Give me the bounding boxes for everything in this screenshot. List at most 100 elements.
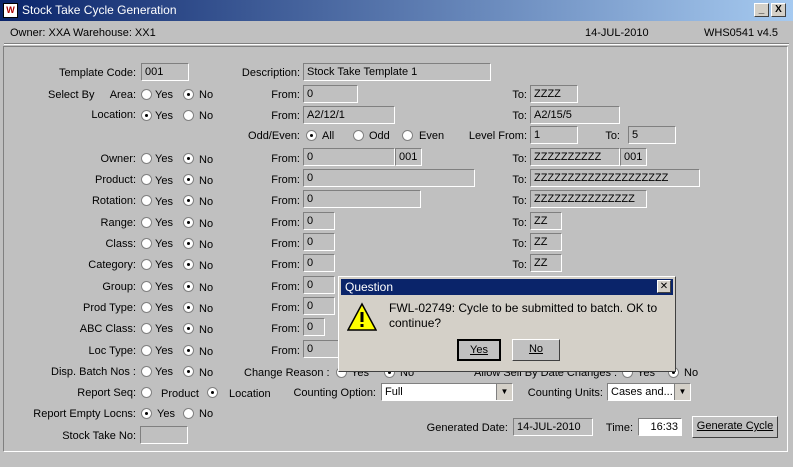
level-from-field[interactable]: 1 <box>530 126 578 144</box>
counting-option-select[interactable]: Full ▼ <box>381 383 513 401</box>
area-to-field[interactable]: ZZZZ <box>530 85 578 103</box>
disp-batch-yes-radio[interactable] <box>141 366 152 377</box>
location-from-field[interactable]: A2/12/1 <box>303 106 395 124</box>
group-no-radio[interactable] <box>183 281 194 292</box>
dropdown-arrow-icon[interactable]: ▼ <box>496 384 512 400</box>
rotation-yes-radio[interactable] <box>141 195 152 206</box>
minimize-button[interactable]: _ <box>754 3 769 17</box>
disp-batch-no-radio[interactable] <box>183 366 194 377</box>
report-empty-yes-radio[interactable] <box>141 408 152 419</box>
title-bar: W Stock Take Cycle Generation _ X <box>0 0 793 21</box>
all-radio[interactable] <box>306 130 317 141</box>
odd-even-label: Odd/Even: <box>248 130 300 142</box>
product-to-label: To: <box>512 174 527 186</box>
odd-label: Odd <box>369 130 390 142</box>
range-from-field[interactable]: 0 <box>303 212 335 230</box>
disp-batch-yes-label: Yes <box>155 366 173 378</box>
owner-no-radio[interactable] <box>183 153 194 164</box>
product-no-label: No <box>199 175 214 187</box>
rotation-no-radio[interactable] <box>183 195 194 206</box>
product-from-field[interactable]: 0 <box>303 169 475 187</box>
rotation-from-field[interactable]: 0 <box>303 190 421 208</box>
level-to-field[interactable]: 5 <box>628 126 676 144</box>
owner-warehouse-info: Owner: XXA Warehouse: XX1 <box>10 27 156 39</box>
prod-type-no-label: No <box>199 303 214 315</box>
rotation-to-field[interactable]: ZZZZZZZZZZZZZZZ <box>530 190 647 208</box>
dialog-close-icon[interactable]: ✕ <box>657 280 671 293</box>
dialog-yes-button[interactable]: Yes <box>457 339 501 361</box>
category-to-field[interactable]: ZZ <box>530 254 562 272</box>
prod-type-label: Prod Type: <box>83 302 136 314</box>
stock-take-no-field[interactable] <box>140 426 188 444</box>
product-yes-radio[interactable] <box>141 174 152 185</box>
group-label: Group: <box>102 281 136 293</box>
level-to-label: To: <box>605 130 620 142</box>
location-to-field[interactable]: A2/15/5 <box>530 106 620 124</box>
category-from-field[interactable]: 0 <box>303 254 335 272</box>
category-no-label: No <box>199 260 214 272</box>
category-no-radio[interactable] <box>183 259 194 270</box>
category-yes-radio[interactable] <box>141 259 152 270</box>
loc-type-yes-radio[interactable] <box>141 345 152 356</box>
loc-type-yes-label: Yes <box>155 345 173 357</box>
prod-type-yes-radio[interactable] <box>141 302 152 313</box>
area-yes-radio[interactable] <box>141 89 152 100</box>
class-to-field[interactable]: ZZ <box>530 233 562 251</box>
dialog-no-button[interactable]: No <box>512 339 560 361</box>
loc-type-no-label: No <box>199 346 214 358</box>
abc-class-yes-radio[interactable] <box>141 323 152 334</box>
close-button[interactable]: X <box>771 3 786 17</box>
range-to-field[interactable]: ZZ <box>530 212 562 230</box>
description-field[interactable]: Stock Take Template 1 <box>303 63 491 81</box>
abc-class-from-field[interactable]: 0 <box>303 318 325 336</box>
group-from-field[interactable]: 0 <box>303 276 335 294</box>
all-label: All <box>322 130 335 142</box>
loc-type-from-label: From: <box>271 345 300 357</box>
product-to-field[interactable]: ZZZZZZZZZZZZZZZZZZZZ <box>530 169 700 187</box>
report-seq-location-radio[interactable] <box>207 387 218 398</box>
report-seq-product-radio[interactable] <box>141 387 152 398</box>
product-no-radio[interactable] <box>183 174 194 185</box>
group-yes-radio[interactable] <box>141 281 152 292</box>
loc-type-from-field[interactable]: 0 <box>303 340 343 358</box>
range-no-radio[interactable] <box>183 217 194 228</box>
counting-units-select[interactable]: Cases and... ▼ <box>607 383 691 401</box>
rotation-label: Rotation: <box>91 195 136 207</box>
report-seq-product-label: Product <box>161 388 199 400</box>
abc-class-no-radio[interactable] <box>183 323 194 334</box>
owner-to-field[interactable]: ZZZZZZZZZZ <box>530 148 620 166</box>
owner-to-field-2[interactable]: 001 <box>620 148 647 166</box>
dropdown-arrow-icon[interactable]: ▼ <box>674 384 690 400</box>
location-yes-label: Yes <box>155 110 173 122</box>
location-label: Location: <box>91 109 136 121</box>
dialog-title: Question <box>345 280 394 294</box>
owner-from-field-2[interactable]: 001 <box>395 148 422 166</box>
info-bar: Owner: XXA Warehouse: XX1 14-JUL-2010 WH… <box>0 23 793 43</box>
generated-date-field[interactable]: 14-JUL-2010 <box>513 418 593 436</box>
loc-type-no-radio[interactable] <box>183 345 194 356</box>
odd-radio[interactable] <box>353 130 364 141</box>
class-from-field[interactable]: 0 <box>303 233 335 251</box>
range-yes-radio[interactable] <box>141 217 152 228</box>
window-title: Stock Take Cycle Generation <box>22 3 177 17</box>
report-empty-no-radio[interactable] <box>183 408 194 419</box>
even-radio[interactable] <box>402 130 413 141</box>
area-no-radio[interactable] <box>183 89 194 100</box>
owner-from-field[interactable]: 0 <box>303 148 395 166</box>
generate-cycle-button[interactable]: Generate Cycle <box>692 416 778 438</box>
owner-yes-radio[interactable] <box>141 153 152 164</box>
question-dialog: Question ✕ FWL-02749: Cycle to be submit… <box>338 276 676 372</box>
location-no-radio[interactable] <box>183 110 194 121</box>
class-yes-radio[interactable] <box>141 238 152 249</box>
range-label: Range: <box>100 217 136 229</box>
counting-units-label: Counting Units: <box>527 387 603 399</box>
template-code-field[interactable]: 001 <box>141 63 189 81</box>
rotation-from-label: From: <box>271 195 300 207</box>
location-yes-radio[interactable] <box>141 110 152 121</box>
class-no-radio[interactable] <box>183 238 194 249</box>
area-no-label: No <box>199 89 214 101</box>
prod-type-from-field[interactable]: 0 <box>303 297 335 315</box>
area-from-field[interactable]: 0 <box>303 85 358 103</box>
time-field[interactable]: 16:33 <box>638 418 682 436</box>
prod-type-no-radio[interactable] <box>183 302 194 313</box>
